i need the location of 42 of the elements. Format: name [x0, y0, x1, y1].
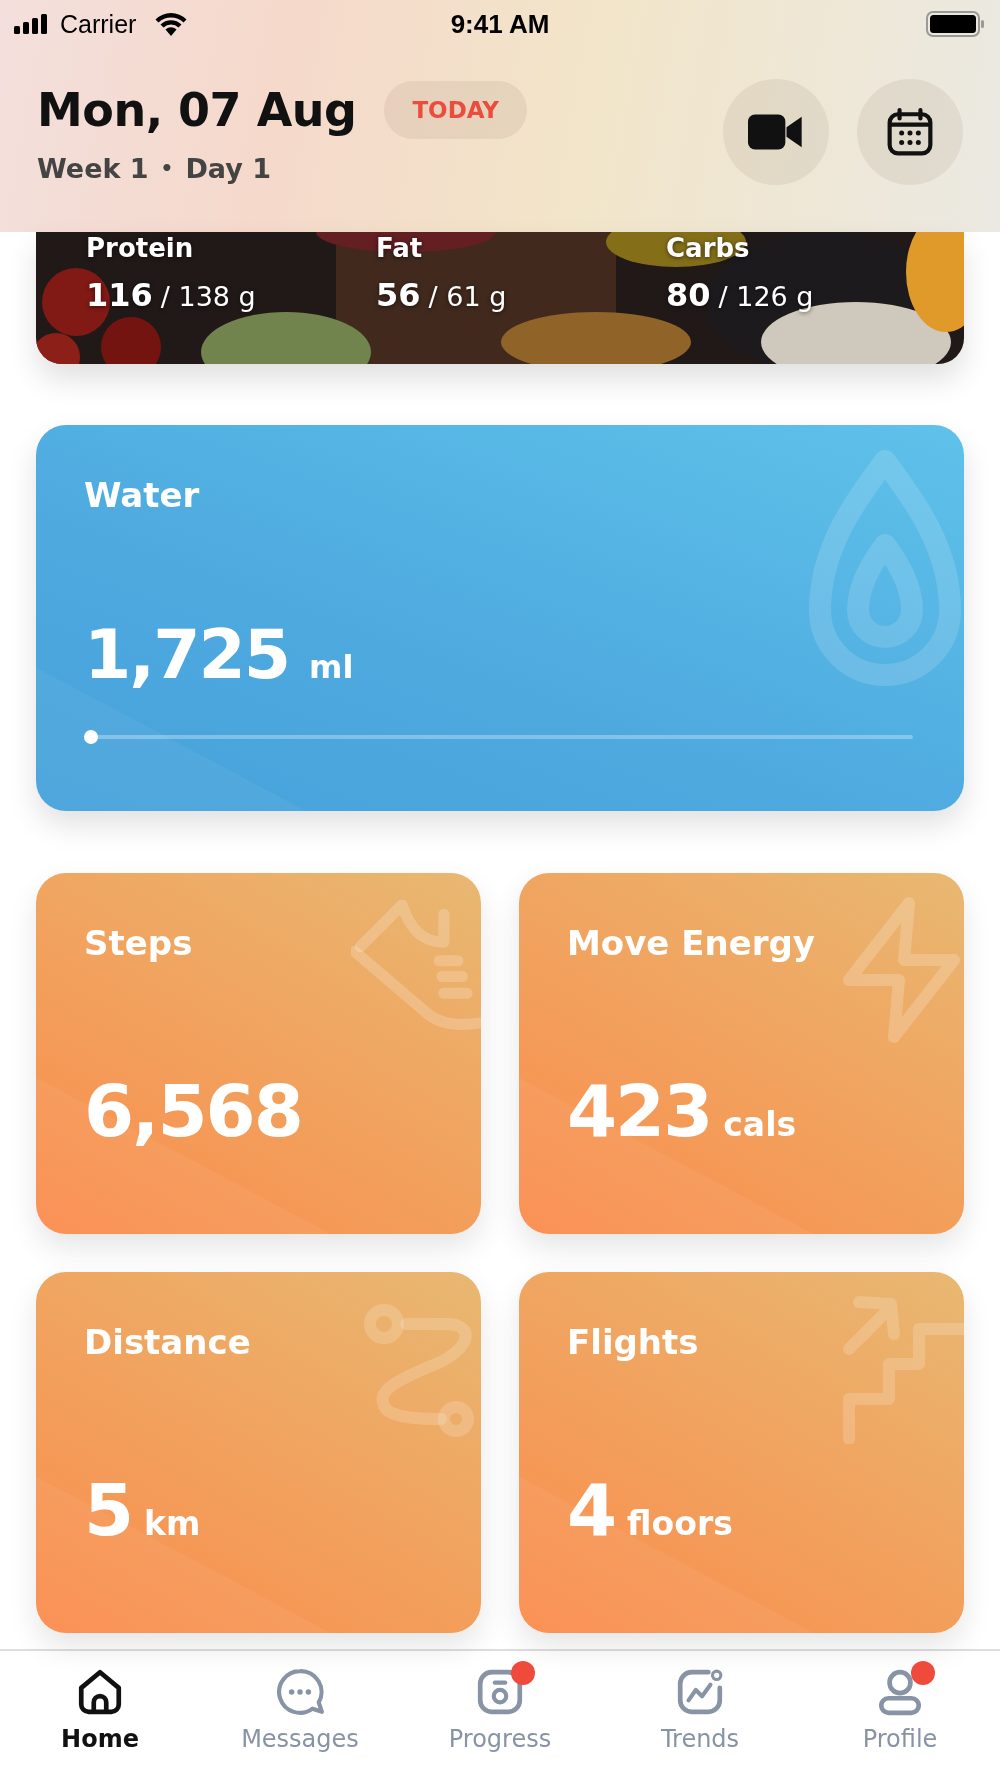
water-unit: ml [309, 648, 354, 686]
card-title: Steps [84, 923, 194, 963]
carrier-name: Carrier [60, 9, 137, 39]
tab-item[interactable]: Messages [205, 1651, 395, 1753]
scale-icon [475, 1667, 525, 1717]
battery-icon [926, 11, 986, 37]
macro-value: 80 [666, 276, 711, 314]
macro-label: Protein [86, 232, 195, 264]
status-time: 9:41 AM [450, 8, 550, 40]
metric-value: 6,568 [84, 1069, 302, 1153]
date-title: Mon, 07 Aug [37, 82, 357, 137]
metric-unit: cals [723, 1105, 797, 1144]
metric-value: 4 [567, 1468, 616, 1552]
metric-unit: km [144, 1504, 201, 1543]
today-badge: TODAY [384, 80, 527, 139]
tab-item[interactable]: Profile [805, 1651, 995, 1753]
metric-value: 423 [567, 1069, 712, 1153]
wifi-icon [154, 12, 189, 36]
chat-bubble-icon [275, 1667, 325, 1717]
calendar-icon [887, 108, 933, 156]
card-title: Flights [567, 1322, 700, 1362]
card-title: Move Energy [567, 923, 816, 963]
macro-value: 56 [376, 276, 421, 314]
trend-chart-icon [675, 1667, 725, 1717]
week-label: Week 1 [37, 152, 149, 184]
macro-target: / 126 g [718, 281, 814, 312]
macro-target: / 138 g [160, 281, 256, 312]
macro-value: 116 [86, 276, 153, 314]
tab-item[interactable]: Home [5, 1651, 195, 1753]
day-label: Day 1 [185, 152, 271, 184]
metric-value: 5 [84, 1468, 133, 1552]
card-title: Water [84, 475, 201, 515]
macro-label: Fat [376, 232, 424, 264]
card-title: Distance [84, 1322, 252, 1362]
video-camera-icon [748, 112, 804, 152]
separator-dot: • [160, 156, 174, 180]
metric-unit: floors [627, 1504, 733, 1543]
water-value: 1,725 [84, 615, 290, 694]
macro-target: / 61 g [428, 281, 507, 312]
tab-item[interactable]: Trends [605, 1651, 795, 1753]
tab-item[interactable]: Progress [405, 1651, 595, 1753]
macro-label: Carbs [666, 232, 751, 264]
